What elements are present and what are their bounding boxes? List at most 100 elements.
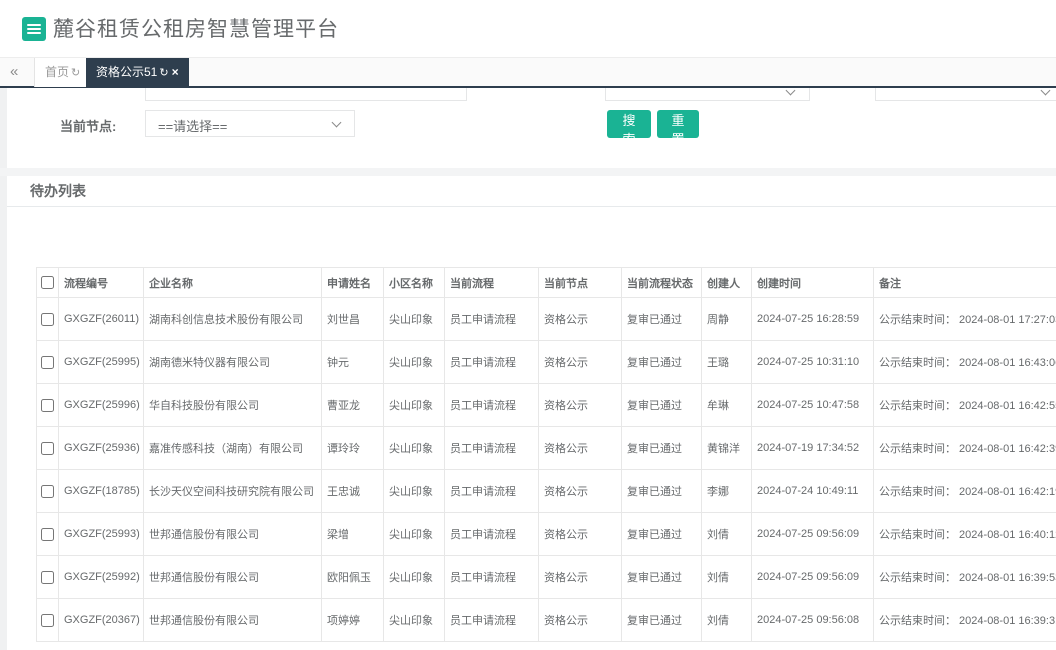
table-cell: 湖南科创信息技术股份有限公司 <box>144 298 322 341</box>
column-header: 备注 <box>874 268 1056 298</box>
table-row: GXGZF(25996)华自科技股份有限公司曹亚龙尖山印象员工申请流程资格公示复… <box>37 384 1056 427</box>
table-cell: GXGZF(18785) <box>59 470 144 513</box>
row-select-checkbox[interactable] <box>41 356 54 369</box>
table-cell: 谭玲玲 <box>322 427 384 470</box>
table-cell: 2024-07-19 17:34:52 <box>752 427 874 470</box>
table-cell: GXGZF(25936) <box>59 427 144 470</box>
row-select-checkbox[interactable] <box>41 399 54 412</box>
panel-divider <box>0 168 1056 176</box>
tab-active-label: 资格公示51 <box>96 65 157 79</box>
table-cell: 刘世昌 <box>322 298 384 341</box>
table-cell: 尖山印象 <box>384 341 445 384</box>
table-cell: 梁增 <box>322 513 384 556</box>
collapse-tabs-icon[interactable]: « <box>10 63 18 80</box>
table-cell: 2024-07-24 10:49:11 <box>752 470 874 513</box>
hamburger-menu-icon[interactable] <box>22 17 46 41</box>
current-node-select-value: ==请选择== <box>158 116 227 135</box>
table-cell: GXGZF(25992) <box>59 556 144 599</box>
table-cell: 黄锦洋 <box>702 427 752 470</box>
column-header: 流程编号 <box>59 268 144 298</box>
app-header: 麓谷租赁公租房智慧管理平台 <box>0 0 1056 57</box>
row-select-cell <box>37 470 59 513</box>
table-cell: 资格公示 <box>539 298 622 341</box>
column-header: 当前流程 <box>445 268 539 298</box>
table-cell: 2024-07-25 10:47:58 <box>752 384 874 427</box>
row-select-cell <box>37 427 59 470</box>
filter-field-partial-1[interactable] <box>145 88 467 101</box>
table-cell: 资格公示 <box>539 427 622 470</box>
table-cell: 周静 <box>702 298 752 341</box>
row-select-checkbox[interactable] <box>41 313 54 326</box>
table-cell: 2024-07-25 09:56:09 <box>752 556 874 599</box>
table-cell: 公示结束时间： 2024-08-01 17:27:03 <box>874 298 1056 341</box>
table-cell: 尖山印象 <box>384 384 445 427</box>
table-cell: 复审已通过 <box>622 599 702 642</box>
row-select-checkbox[interactable] <box>41 485 54 498</box>
table-cell: 欧阳佩玉 <box>322 556 384 599</box>
table-cell: 资格公示 <box>539 470 622 513</box>
table-cell: 复审已通过 <box>622 513 702 556</box>
row-select-checkbox[interactable] <box>41 614 54 627</box>
table-cell: 员工申请流程 <box>445 470 539 513</box>
table-row: GXGZF(26011)湖南科创信息技术股份有限公司刘世昌尖山印象员工申请流程资… <box>37 298 1056 341</box>
table-cell: 尖山印象 <box>384 298 445 341</box>
refresh-icon[interactable]: ↻ <box>159 67 168 79</box>
column-header: 企业名称 <box>144 268 322 298</box>
table-cell: 2024-07-25 09:56:09 <box>752 513 874 556</box>
tab-home-label: 首页 <box>45 65 69 79</box>
table-cell: 员工申请流程 <box>445 298 539 341</box>
table-cell: 尖山印象 <box>384 556 445 599</box>
todo-table-wrap: 流程编号企业名称申请姓名小区名称当前流程当前节点当前流程状态创建人创建时间备注G… <box>36 267 1056 650</box>
table-cell: 公示结束时间： 2024-08-01 16:42:19 <box>874 470 1056 513</box>
table-cell: 2024-07-25 09:56:08 <box>752 599 874 642</box>
table-cell: 世邦通信股份有限公司 <box>144 556 322 599</box>
select-all-checkbox[interactable] <box>41 276 54 289</box>
table-cell: 尖山印象 <box>384 599 445 642</box>
search-button[interactable]: 搜索 <box>607 110 651 138</box>
table-cell: 复审已通过 <box>622 556 702 599</box>
close-icon[interactable]: × <box>172 65 179 79</box>
table-cell: 资格公示 <box>539 599 622 642</box>
chevron-down-icon <box>332 118 342 128</box>
current-node-label: 当前节点: <box>60 116 116 135</box>
table-cell: 资格公示 <box>539 384 622 427</box>
table-cell: 公示结束时间： 2024-08-01 16:43:06 <box>874 341 1056 384</box>
table-cell: 公示结束时间： 2024-08-01 16:39:53 <box>874 556 1056 599</box>
row-select-checkbox[interactable] <box>41 528 54 541</box>
table-cell: 员工申请流程 <box>445 384 539 427</box>
todo-table: 流程编号企业名称申请姓名小区名称当前流程当前节点当前流程状态创建人创建时间备注G… <box>36 267 1056 642</box>
row-select-cell <box>37 298 59 341</box>
row-select-checkbox[interactable] <box>41 442 54 455</box>
filter-field-partial-2[interactable] <box>605 88 810 101</box>
refresh-icon[interactable]: ↻ <box>71 67 80 79</box>
table-cell: 长沙天仪空间科技研究院有限公司 <box>144 470 322 513</box>
table-row: GXGZF(18785)长沙天仪空间科技研究院有限公司王忠诚尖山印象员工申请流程… <box>37 470 1056 513</box>
reset-button[interactable]: 重置 <box>657 110 699 138</box>
table-cell: 员工申请流程 <box>445 513 539 556</box>
table-cell: 刘倩 <box>702 599 752 642</box>
filter-field-partial-3[interactable] <box>875 88 1056 101</box>
table-cell: 2024-07-25 16:28:59 <box>752 298 874 341</box>
row-select-checkbox[interactable] <box>41 571 54 584</box>
column-header: 创建人 <box>702 268 752 298</box>
table-cell: 尖山印象 <box>384 427 445 470</box>
table-cell: GXGZF(25996) <box>59 384 144 427</box>
column-header: 创建时间 <box>752 268 874 298</box>
table-cell: 曹亚龙 <box>322 384 384 427</box>
tab-home[interactable]: 首页↻ <box>34 58 91 87</box>
current-node-select[interactable]: ==请选择== <box>145 110 355 137</box>
column-header: 当前流程状态 <box>622 268 702 298</box>
select-all-cell <box>37 268 59 298</box>
table-cell: 员工申请流程 <box>445 427 539 470</box>
table-cell: 世邦通信股份有限公司 <box>144 599 322 642</box>
row-select-cell <box>37 556 59 599</box>
table-row: GXGZF(20367)世邦通信股份有限公司项婷婷尖山印象员工申请流程资格公示复… <box>37 599 1056 642</box>
tab-qualification-publicity[interactable]: 资格公示51↻ × <box>86 58 189 87</box>
table-cell: 资格公示 <box>539 513 622 556</box>
app-title: 麓谷租赁公租房智慧管理平台 <box>53 13 339 43</box>
table-cell: 资格公示 <box>539 341 622 384</box>
table-cell: 公示结束时间： 2024-08-01 16:40:12 <box>874 513 1056 556</box>
table-row: GXGZF(25936)嘉准传感科技（湖南）有限公司谭玲玲尖山印象员工申请流程资… <box>37 427 1056 470</box>
row-select-cell <box>37 513 59 556</box>
table-cell: 钟元 <box>322 341 384 384</box>
